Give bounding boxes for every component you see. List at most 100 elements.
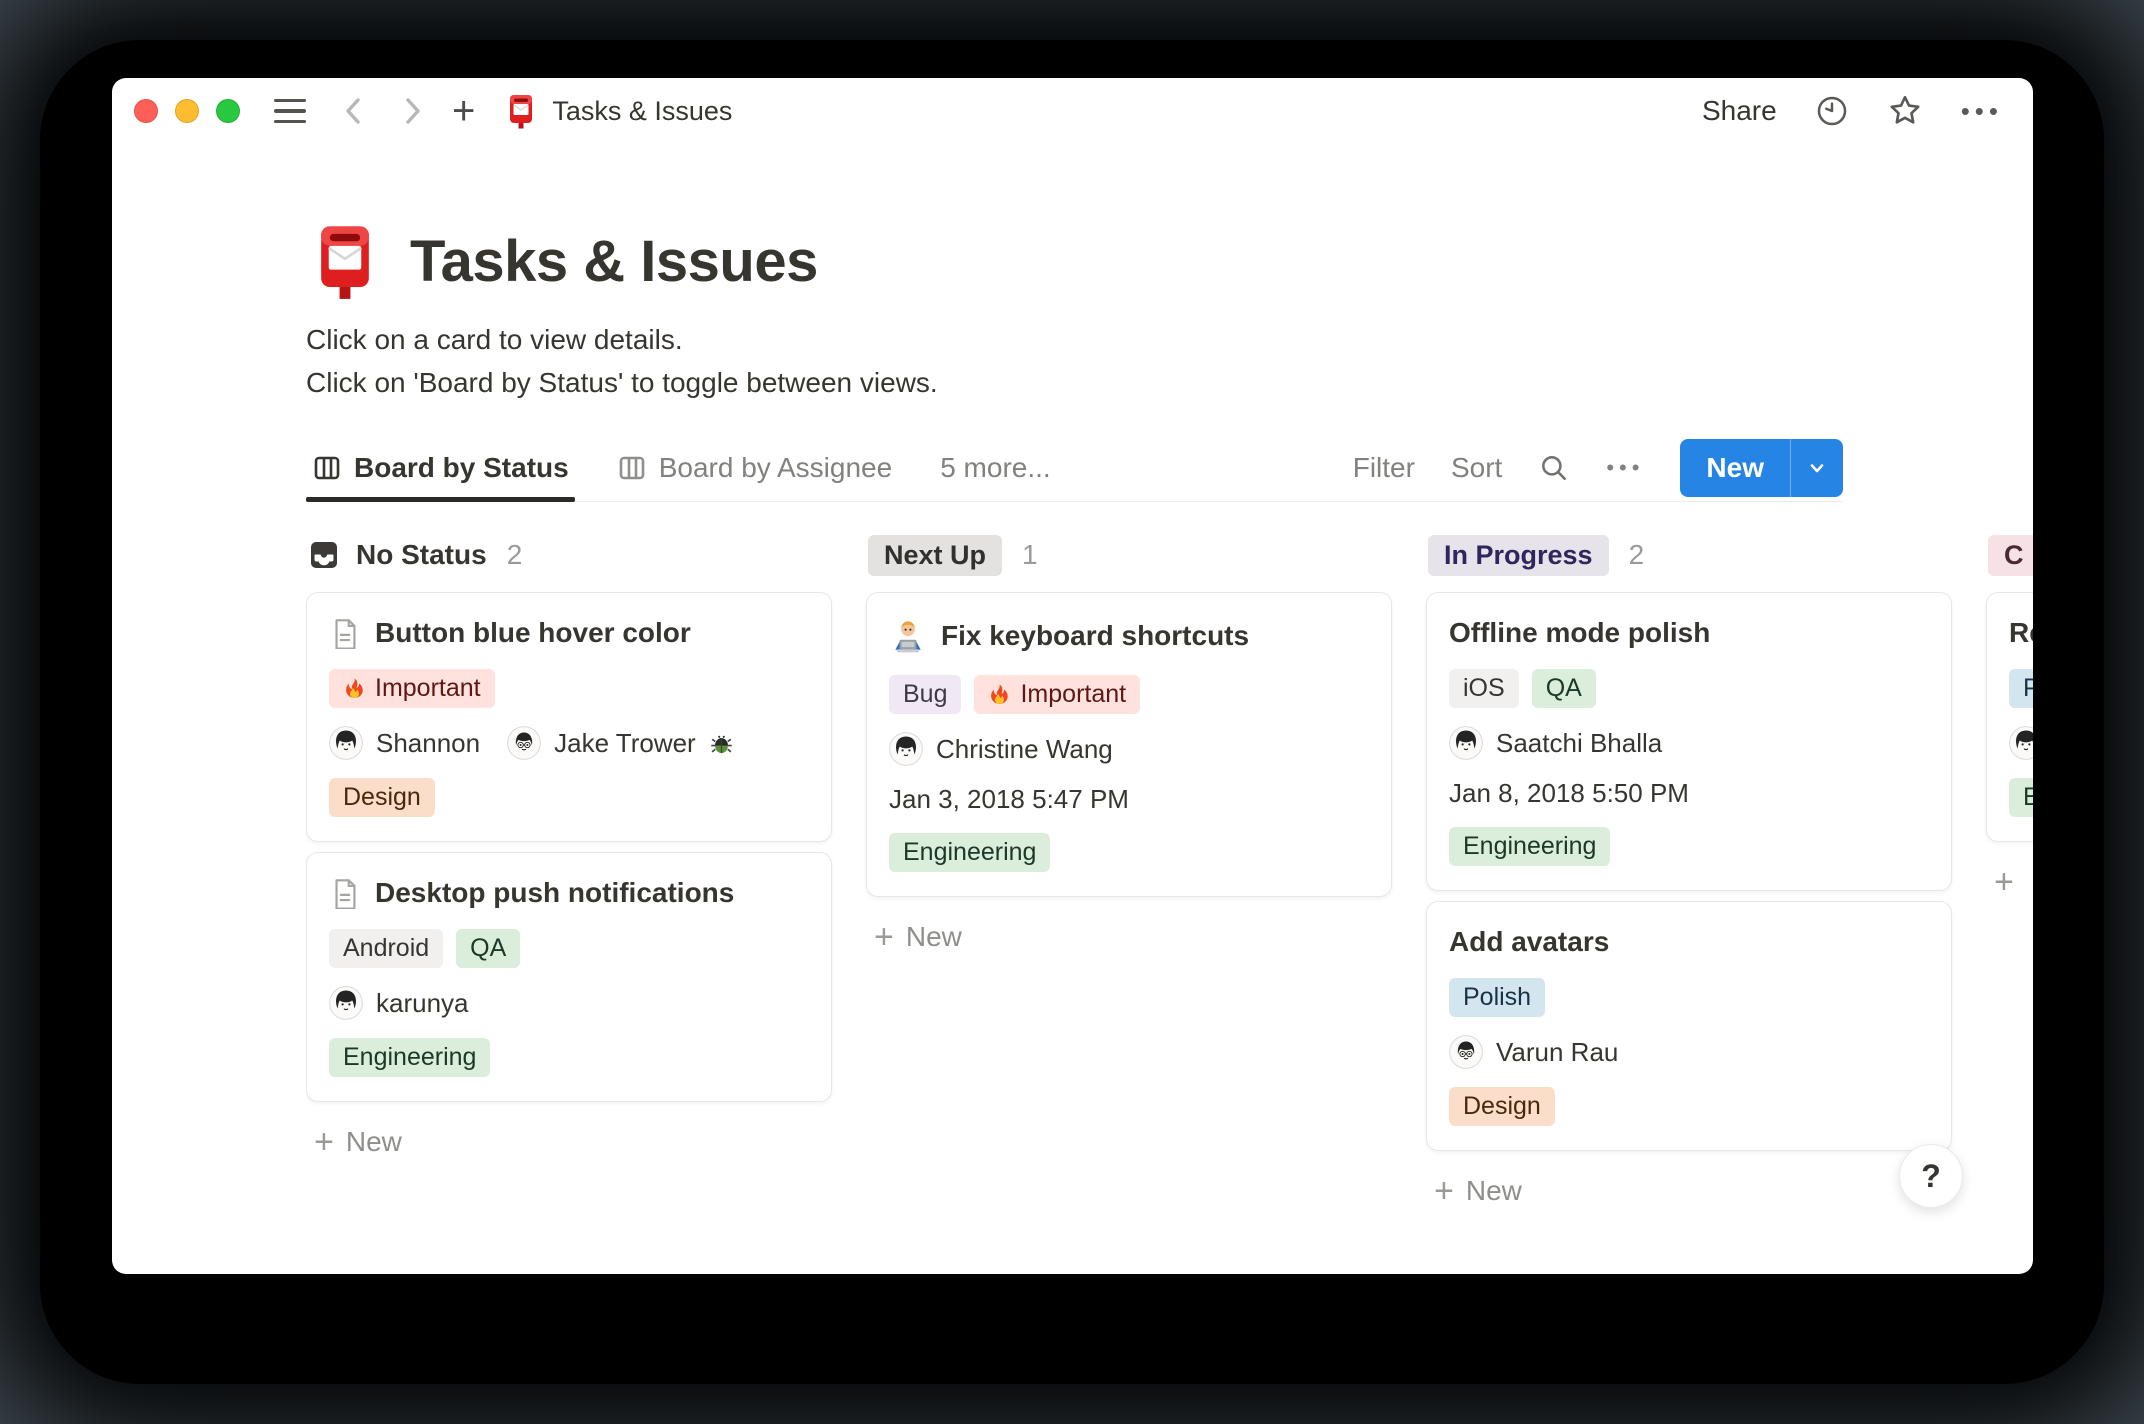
- card-list: Offline mode polish iOS QA Saatchi Bhalla Ja…: [1426, 592, 1952, 1151]
- tag-pill[interactable]: Android: [329, 929, 444, 968]
- title-bar: + Tasks & Issues Share •••: [112, 78, 2033, 144]
- avatar-f-icon: [889, 732, 923, 766]
- tag-pill[interactable]: Bug: [889, 675, 962, 714]
- board-column: In Progress 2 Offline mode polish iOS QA Saat…: [1426, 532, 1952, 1213]
- tag-row: P: [2009, 669, 2033, 708]
- new-tab-button[interactable]: +: [452, 91, 475, 131]
- nav-forward-button[interactable]: [400, 93, 426, 129]
- column-title-pill: C: [1988, 534, 2033, 576]
- person-name: Jake Trower: [554, 727, 696, 758]
- tag-pill[interactable]: QA: [456, 929, 521, 968]
- tag-label: Important: [1020, 680, 1127, 708]
- card[interactable]: Button blue hover color Important Shannon J…: [306, 592, 832, 842]
- people-row: Varun Rau: [1449, 1035, 1929, 1069]
- new-card-label: New: [905, 921, 962, 952]
- tag-row: Android QA: [329, 929, 809, 968]
- tag-label: E: [2023, 783, 2033, 811]
- card[interactable]: Re P E: [1986, 592, 2033, 842]
- card[interactable]: Fix keyboard shortcuts Bug Important Christ…: [866, 592, 1392, 897]
- new-card-button[interactable]: + New: [306, 1120, 832, 1164]
- view-toolbar: Filter Sort ••• New: [1353, 438, 1843, 497]
- clock-icon[interactable]: [1815, 94, 1849, 128]
- person-name: Shannon: [376, 727, 481, 758]
- new-card-button[interactable]: + New: [866, 915, 1392, 959]
- page-header: Tasks & Issues: [306, 222, 2033, 300]
- card-date: Jan 8, 2018 5:50 PM: [1449, 778, 1689, 808]
- star-icon[interactable]: [1887, 93, 1923, 129]
- board-column: No Status 2 Button blue hover color Importa…: [306, 532, 832, 1164]
- people-row: Saatchi Bhalla: [1449, 726, 1929, 760]
- zoom-window-button[interactable]: [216, 99, 240, 123]
- page-title: Tasks & Issues: [410, 228, 818, 294]
- help-label: ?: [1921, 1157, 1941, 1194]
- tag-pill[interactable]: Design: [329, 778, 435, 817]
- help-button[interactable]: ?: [1899, 1144, 1963, 1208]
- card-title: Add avatars: [1449, 926, 1610, 957]
- mailbox-icon: [306, 222, 384, 300]
- column-header[interactable]: Next Up 1: [866, 532, 1392, 578]
- filter-button[interactable]: Filter: [1353, 452, 1415, 484]
- card[interactable]: Add avatars Polish Varun Rau Design: [1426, 901, 1952, 1151]
- search-icon[interactable]: [1538, 452, 1570, 484]
- tag-pill[interactable]: P: [2009, 669, 2033, 708]
- tag-pill[interactable]: QA: [1531, 669, 1596, 708]
- column-count: 2: [506, 539, 523, 570]
- column-title: No Status: [356, 539, 487, 570]
- tag-pill[interactable]: Engineering: [329, 1038, 491, 1077]
- column-title-pill: In Progress: [1428, 534, 1609, 576]
- person[interactable]: karunya: [329, 986, 469, 1020]
- tag-pill[interactable]: Polish: [1449, 978, 1546, 1017]
- column-header[interactable]: In Progress 2: [1426, 532, 1952, 578]
- sort-button[interactable]: Sort: [1451, 452, 1502, 484]
- new-button-dropdown[interactable]: [1790, 438, 1843, 497]
- tag-label: Engineering: [903, 838, 1037, 866]
- tag-pill[interactable]: Important: [974, 675, 1141, 714]
- close-window-button[interactable]: [134, 99, 158, 123]
- new-record-button[interactable]: New: [1680, 438, 1843, 497]
- new-card-button[interactable]: +: [1986, 860, 2033, 904]
- board-column: C Re P E +: [1986, 532, 2033, 904]
- person[interactable]: Saatchi Bhalla: [1449, 726, 1662, 760]
- person[interactable]: [2009, 726, 2033, 760]
- new-card-button[interactable]: + New: [1426, 1169, 1952, 1213]
- tag-label: Polish: [1463, 983, 1532, 1011]
- tab-more-views[interactable]: 5 more...: [934, 434, 1056, 501]
- people-row: [2009, 726, 2033, 760]
- person[interactable]: Varun Rau: [1449, 1035, 1618, 1069]
- page-description-line1: Click on a card to view details.: [306, 324, 683, 355]
- tab-board-by-assignee[interactable]: Board by Assignee: [611, 434, 899, 501]
- tag-pill[interactable]: Engineering: [889, 833, 1051, 872]
- tab-board-by-status[interactable]: Board by Status: [306, 434, 575, 502]
- person[interactable]: Shannon: [329, 726, 480, 760]
- card-title: Offline mode polish: [1449, 617, 1711, 648]
- breadcrumb[interactable]: Tasks & Issues: [503, 93, 732, 129]
- person[interactable]: Christine Wang: [889, 732, 1113, 766]
- share-button[interactable]: Share: [1702, 95, 1777, 127]
- card[interactable]: Offline mode polish iOS QA Saatchi Bhalla Ja…: [1426, 592, 1952, 891]
- nav-back-button[interactable]: [340, 93, 366, 129]
- column-header[interactable]: C: [1986, 532, 2033, 578]
- tag-pill[interactable]: E: [2009, 778, 2033, 817]
- tag-pill[interactable]: Design: [1449, 1087, 1555, 1126]
- tag-label: QA: [470, 934, 507, 962]
- tab-label: Board by Assignee: [658, 451, 893, 483]
- tag-label: iOS: [1463, 674, 1505, 702]
- minimize-window-button[interactable]: [175, 99, 199, 123]
- page-content: Tasks & Issues Click on a card to view d…: [112, 222, 2033, 1213]
- card[interactable]: Desktop push notifications Android QA karun…: [306, 852, 832, 1102]
- tag-pill[interactable]: Important: [329, 669, 495, 708]
- tag-pill[interactable]: iOS: [1449, 669, 1519, 708]
- new-button-label[interactable]: New: [1680, 439, 1790, 497]
- person[interactable]: Jake Trower: [507, 726, 734, 760]
- tag-row: E: [2009, 778, 2033, 817]
- column-header[interactable]: No Status 2: [306, 532, 832, 578]
- tag-pill[interactable]: Engineering: [1449, 827, 1611, 866]
- sidebar-toggle-icon[interactable]: [274, 98, 306, 124]
- avatar-f-icon: [329, 986, 363, 1020]
- app-window: + Tasks & Issues Share ••• Tasks & Issue…: [112, 78, 2033, 1274]
- more-options-icon[interactable]: •••: [1961, 98, 2003, 124]
- person-name: Christine Wang: [936, 733, 1113, 764]
- tag-row: Engineering: [1449, 827, 1929, 866]
- views-row: Board by Status Board by Assignee 5 more…: [306, 434, 1843, 502]
- view-options-icon[interactable]: •••: [1606, 456, 1644, 479]
